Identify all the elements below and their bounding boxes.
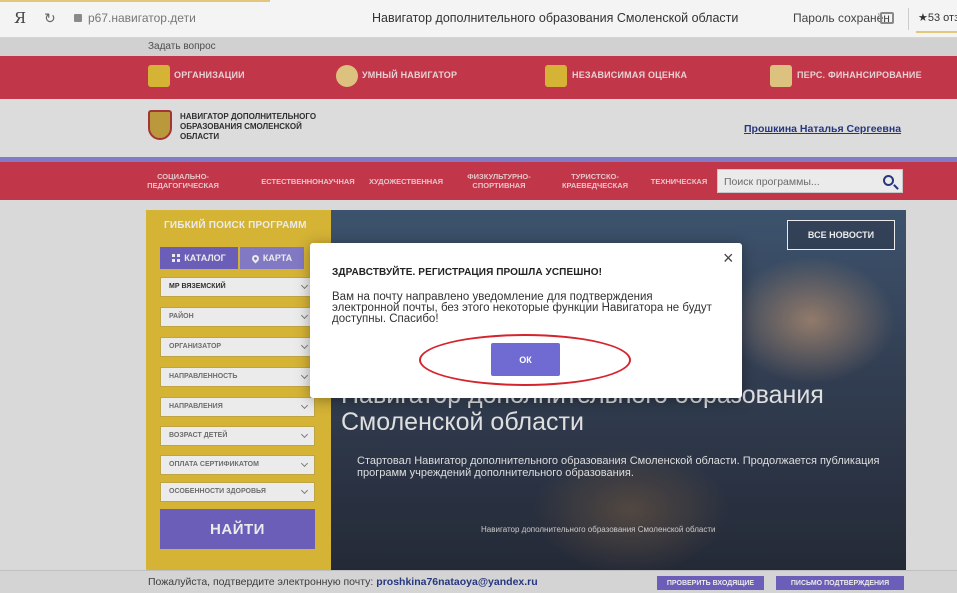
modal-title: ЗДРАВСТВУЙТЕ. РЕГИСТРАЦИЯ ПРОШЛА УСПЕШНО… xyxy=(332,267,603,278)
reload-icon[interactable]: ↻ xyxy=(44,10,56,27)
password-saved-label[interactable]: Пароль сохранён xyxy=(793,11,890,25)
modal-text: Вам на почту направлено уведомление для … xyxy=(332,291,712,325)
lock-icon[interactable] xyxy=(74,14,82,22)
key-icon[interactable] xyxy=(880,12,894,24)
page-title: Навигатор дополнительного образования См… xyxy=(372,11,739,25)
tab-indicator xyxy=(0,0,270,2)
site-rating[interactable]: ★53 отз xyxy=(918,11,957,24)
registration-success-modal: × ЗДРАВСТВУЙТЕ. РЕГИСТРАЦИЯ ПРОШЛА УСПЕШ… xyxy=(310,243,742,398)
address-bar[interactable]: р67.навигатор.дети xyxy=(88,11,196,25)
ok-button[interactable]: ОК xyxy=(491,343,560,376)
yandex-logo-icon[interactable]: Я xyxy=(14,9,26,27)
rating-underline xyxy=(916,31,957,33)
browser-toolbar: Я ↻ р67.навигатор.дети Навигатор дополни… xyxy=(0,0,957,38)
toolbar-divider xyxy=(908,8,909,30)
close-icon[interactable]: × xyxy=(723,249,734,267)
